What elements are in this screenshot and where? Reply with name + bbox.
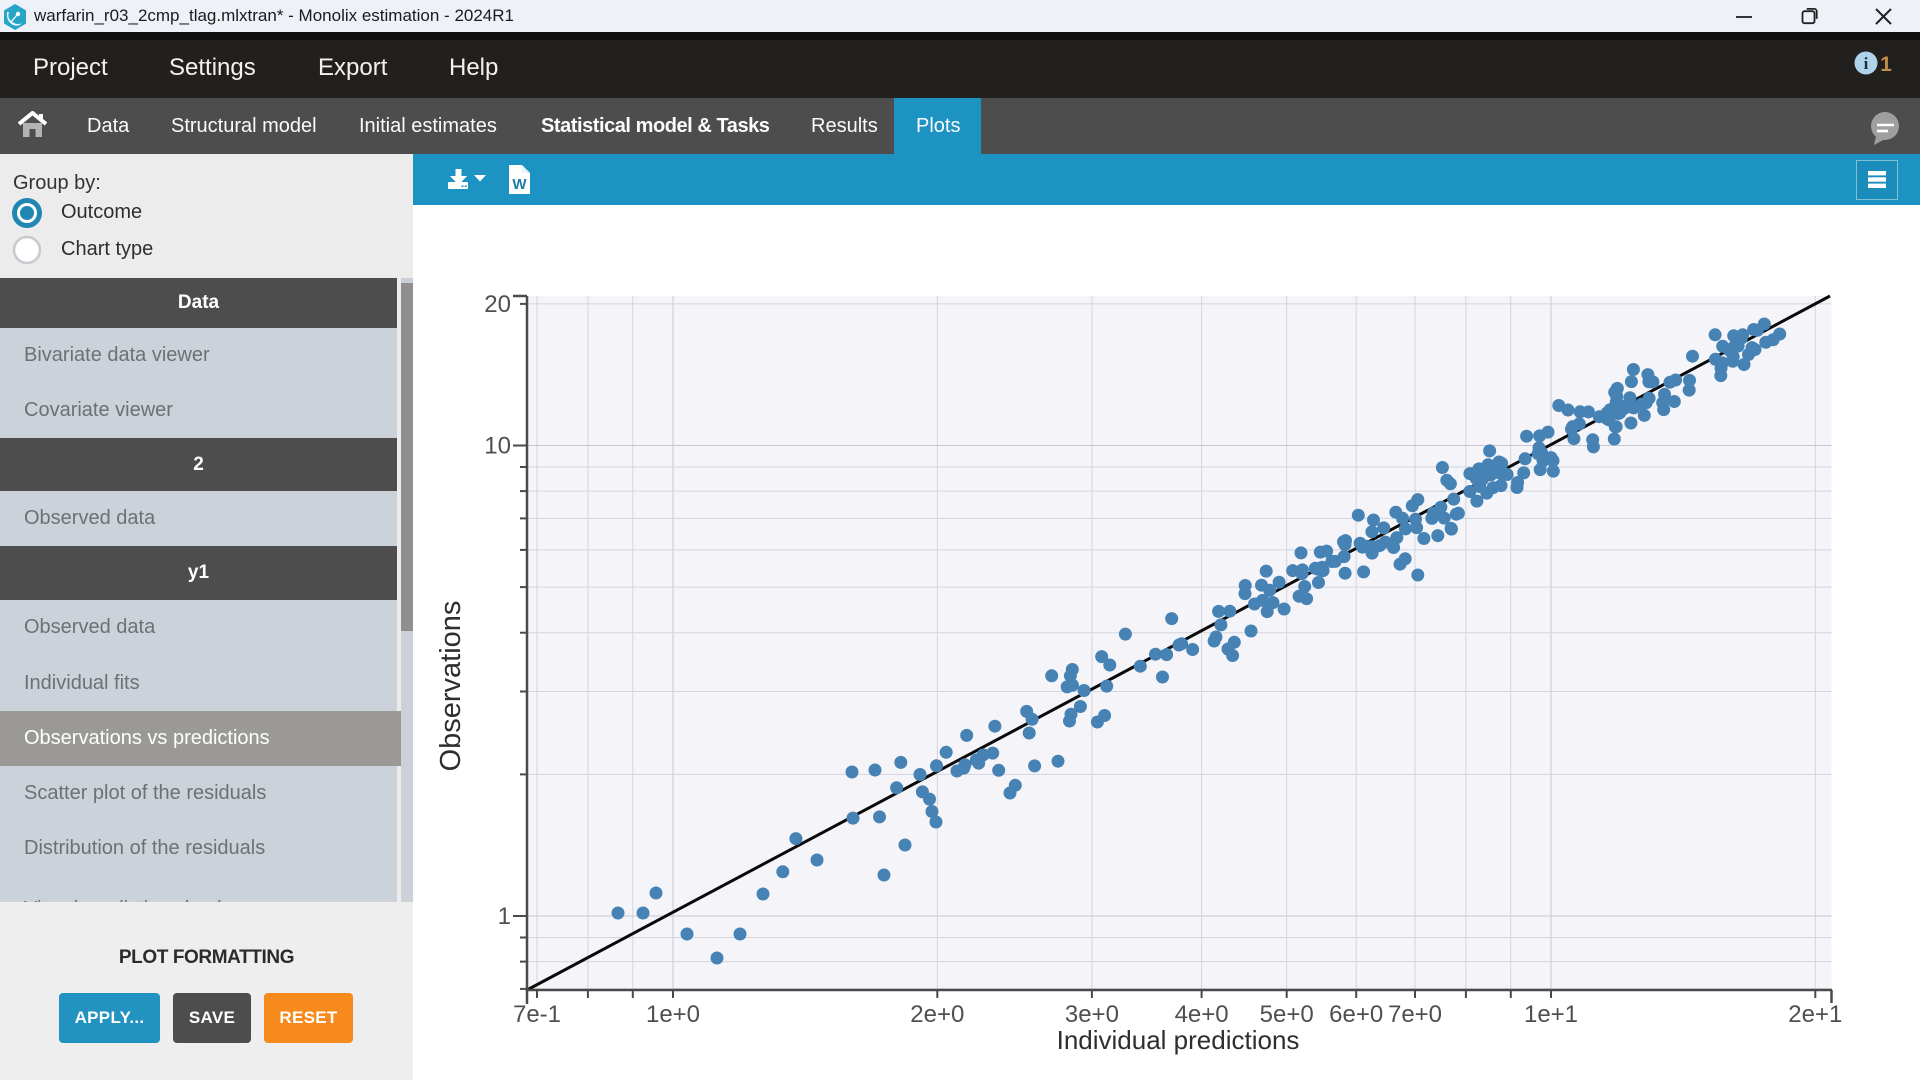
svg-text:1: 1	[1880, 53, 1892, 76]
svg-text:3e+0: 3e+0	[1065, 1001, 1119, 1028]
svg-text:1e+0: 1e+0	[646, 1001, 700, 1028]
svg-text:i: i	[1864, 54, 1869, 73]
svg-text:7e+0: 7e+0	[1388, 1001, 1442, 1028]
svg-text:4e+0: 4e+0	[1175, 1001, 1229, 1028]
svg-text:10: 10	[484, 433, 511, 460]
svg-text:2e+1: 2e+1	[1788, 1001, 1842, 1028]
svg-text:7e-1: 7e-1	[513, 1001, 561, 1028]
svg-text:5e+0: 5e+0	[1260, 1001, 1314, 1028]
svg-text:W: W	[512, 176, 527, 193]
svg-text:Observations: Observations	[435, 601, 467, 772]
svg-text:6e+0: 6e+0	[1329, 1001, 1383, 1028]
svg-text:1e+1: 1e+1	[1524, 1001, 1578, 1028]
svg-text:20: 20	[484, 291, 511, 318]
svg-text:1: 1	[498, 903, 511, 930]
svg-text:2e+0: 2e+0	[910, 1001, 964, 1028]
svg-text:Individual predictions: Individual predictions	[1057, 1025, 1300, 1055]
